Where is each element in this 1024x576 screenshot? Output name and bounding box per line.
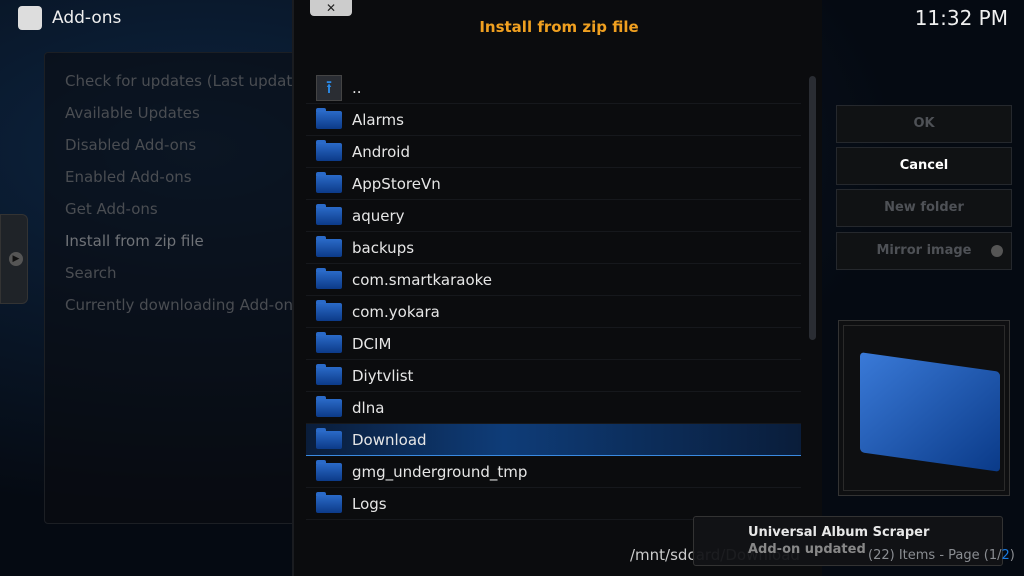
menu-item[interactable]: Enabled Add-ons (45, 161, 303, 193)
count-text: ) Items - Page ( (889, 548, 989, 563)
mirror-image-label: Mirror image (876, 243, 972, 258)
cancel-button[interactable]: Cancel (836, 147, 1012, 185)
folder-icon (316, 363, 342, 385)
file-name: DCIM (352, 334, 392, 353)
file-list-item[interactable]: com.smartkaraoke (306, 264, 801, 296)
chevron-right-icon: ▶ (9, 252, 23, 266)
menu-item[interactable]: Currently downloading Add-ons (45, 289, 303, 321)
menu-item[interactable]: Search (45, 257, 303, 289)
menu-item[interactable]: Available Updates (45, 97, 303, 129)
file-list-item[interactable]: Android (306, 136, 801, 168)
folder-icon (316, 235, 342, 257)
item-count: (22) Items - Page (1/2) (868, 548, 1015, 563)
toast-title: Universal Album Scraper (748, 525, 930, 540)
file-name: Alarms (352, 110, 404, 129)
page-total: 2 (1001, 548, 1010, 563)
file-name: gmg_underground_tmp (352, 462, 528, 481)
file-name: com.smartkaraoke (352, 270, 493, 289)
folder-icon (316, 203, 342, 225)
file-name: Diytvlist (352, 366, 414, 385)
file-name: aquery (352, 206, 405, 225)
file-name: backups (352, 238, 415, 257)
puzzle-icon (18, 6, 42, 30)
new-folder-button[interactable]: New folder (836, 189, 1012, 227)
folder-icon (316, 171, 342, 193)
folder-icon (316, 427, 342, 449)
file-list-item[interactable]: Download (306, 424, 801, 456)
addons-menu: Check for updates (Last updated 0 Availab… (44, 52, 304, 524)
file-list-item[interactable]: DCIM (306, 328, 801, 360)
file-name: .. (352, 78, 362, 97)
file-list-item[interactable]: AppStoreVn (306, 168, 801, 200)
file-list-item[interactable]: dlna (306, 392, 801, 424)
menu-item[interactable]: Get Add-ons (45, 193, 303, 225)
ok-button[interactable]: OK (836, 105, 1012, 143)
side-menu-handle[interactable]: ▶ (0, 214, 28, 304)
file-list: ⭱.. Alarms Android AppStoreVn aquery backups c… (306, 72, 801, 520)
file-name: AppStoreVn (352, 174, 441, 193)
menu-item[interactable]: Check for updates (Last updated 0 (45, 65, 303, 97)
install-zip-dialog: ✕ Install from zip file ⭱.. Alarms Android… (292, 0, 822, 576)
folder-preview (838, 320, 1010, 496)
file-name: Logs (352, 494, 387, 513)
folder-icon (316, 299, 342, 321)
folder-icon (316, 267, 342, 289)
parent-folder-icon: ⭱ (316, 74, 342, 101)
clock: 11:32 PM (914, 6, 1008, 30)
mirror-image-toggle[interactable]: Mirror image (836, 232, 1012, 270)
menu-item[interactable]: Install from zip file (45, 225, 303, 257)
folder-icon (316, 395, 342, 417)
close-button[interactable]: ✕ (310, 0, 352, 16)
file-list-item[interactable]: backups (306, 232, 801, 264)
count-value: 22 (873, 548, 890, 563)
file-list-item[interactable]: aquery (306, 200, 801, 232)
file-name: Android (352, 142, 410, 161)
header-title: Add-ons (52, 8, 122, 28)
file-list-item[interactable]: ⭱.. (306, 72, 801, 104)
folder-icon (316, 139, 342, 161)
folder-icon (316, 107, 342, 129)
dialog-title: Install from zip file (479, 18, 639, 36)
folder-icon (316, 459, 342, 481)
folder-icon (316, 491, 342, 513)
header: Add-ons (18, 6, 121, 30)
radio-icon (991, 245, 1003, 257)
file-name: Download (352, 430, 427, 449)
file-list-item[interactable]: Alarms (306, 104, 801, 136)
scrollbar[interactable] (809, 76, 816, 340)
file-list-item[interactable]: Diytvlist (306, 360, 801, 392)
file-list-item[interactable]: com.yokara (306, 296, 801, 328)
count-text: ) (1009, 548, 1015, 563)
page-current: 1 (988, 548, 998, 563)
folder-icon (316, 331, 342, 353)
menu-item[interactable]: Disabled Add-ons (45, 129, 303, 161)
file-list-item[interactable]: gmg_underground_tmp (306, 456, 801, 488)
file-name: com.yokara (352, 302, 440, 321)
folder-icon (860, 352, 1000, 472)
file-name: dlna (352, 398, 385, 417)
